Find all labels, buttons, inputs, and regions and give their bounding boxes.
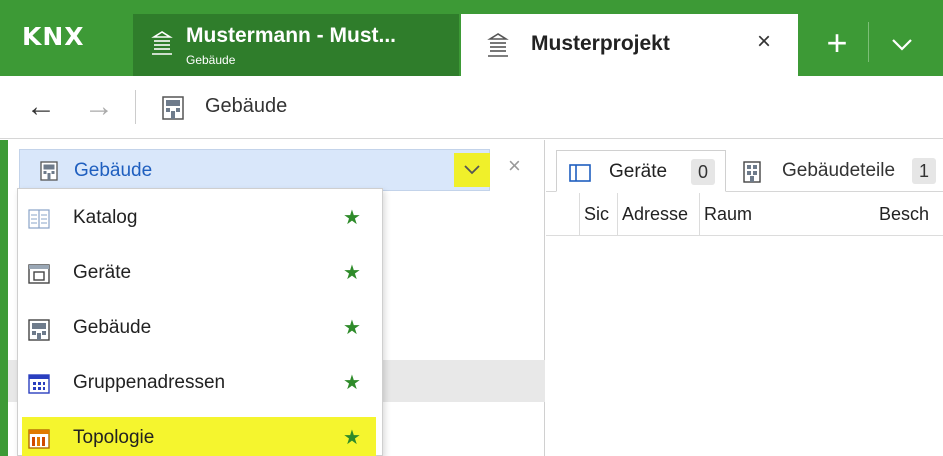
menu-item-topologie[interactable]: Topologie ★ bbox=[22, 417, 376, 456]
titlebar-divider bbox=[868, 22, 869, 62]
tab-musterprojekt[interactable]: Musterprojekt × bbox=[461, 14, 798, 76]
building-icon bbox=[28, 319, 50, 346]
panel-layout-icon bbox=[569, 164, 591, 187]
tab-project-mustermann[interactable]: Mustermann - Must... Gebäude bbox=[133, 14, 459, 76]
menu-item-label: Topologie bbox=[73, 427, 155, 448]
tab-project-subtitle: Gebäude bbox=[186, 53, 236, 67]
forward-button[interactable]: → bbox=[84, 90, 114, 124]
building-icon bbox=[40, 161, 58, 186]
menu-item-katalog[interactable]: Katalog ★ bbox=[18, 197, 384, 239]
chevron-down-icon bbox=[454, 165, 490, 191]
group-addresses-icon bbox=[28, 374, 50, 399]
menu-item-gruppenadressen[interactable]: Gruppenadressen ★ bbox=[18, 362, 384, 404]
tab-musterprojekt-title: Musterprojekt bbox=[531, 32, 670, 55]
menu-item-geraete[interactable]: Geräte ★ bbox=[18, 252, 384, 294]
menu-item-gebaeude[interactable]: Gebäude ★ bbox=[18, 307, 384, 349]
favorite-star-icon[interactable]: ★ bbox=[343, 315, 361, 340]
new-tab-button[interactable]: + bbox=[811, 14, 863, 76]
nav-divider bbox=[135, 90, 136, 124]
building-parts-icon bbox=[742, 161, 762, 188]
column-header-raum[interactable]: Raum bbox=[699, 193, 875, 236]
back-button[interactable]: ← bbox=[26, 90, 56, 124]
right-panel: Geräte 0 Gebäudeteile 1 Sic Adresse Raum… bbox=[546, 140, 943, 456]
panel-selector[interactable]: Gebäude bbox=[19, 149, 490, 191]
favorite-star-icon[interactable]: ★ bbox=[343, 370, 361, 395]
panel-selector-menu: Katalog ★ Geräte ★ Gebäude ★ Gruppenadre… bbox=[17, 188, 383, 456]
favorite-star-icon[interactable]: ★ bbox=[343, 205, 361, 230]
devices-icon bbox=[28, 264, 50, 289]
close-panel-button[interactable]: × bbox=[508, 153, 521, 179]
count-badge: 0 bbox=[691, 159, 715, 185]
building-icon bbox=[162, 96, 184, 125]
count-badge: 1 bbox=[912, 158, 936, 184]
menu-item-label: Gruppenadressen bbox=[73, 372, 226, 393]
building-outline-icon bbox=[151, 30, 173, 61]
close-tab-button[interactable]: × bbox=[757, 28, 771, 56]
knx-logo: KNX bbox=[22, 22, 85, 51]
column-header-beschreibung[interactable]: Besch bbox=[875, 193, 943, 236]
building-outline-icon bbox=[487, 32, 509, 63]
favorite-star-icon[interactable]: ★ bbox=[343, 425, 361, 450]
table-header: Sic Adresse Raum Besch bbox=[546, 193, 943, 236]
tab-geraete[interactable]: Geräte 0 bbox=[556, 150, 726, 192]
menu-item-label: Katalog bbox=[73, 207, 138, 228]
column-header-sicherheit[interactable]: Sic bbox=[579, 193, 617, 236]
tab-project-title: Mustermann - Must... bbox=[186, 24, 397, 47]
breadcrumb-location[interactable]: Gebäude bbox=[205, 95, 287, 118]
topology-icon bbox=[28, 429, 50, 454]
tab-label: Gebäudeteile bbox=[782, 160, 896, 181]
tab-label: Geräte bbox=[609, 161, 668, 182]
favorite-star-icon[interactable]: ★ bbox=[343, 260, 361, 285]
menu-item-label: Gebäude bbox=[73, 317, 152, 338]
right-tab-bar: Geräte 0 Gebäudeteile 1 bbox=[546, 140, 943, 192]
panel-selector-dropdown-button[interactable] bbox=[454, 153, 490, 187]
title-bar: KNX Mustermann - Must... Gebäude Musterp… bbox=[0, 0, 943, 76]
column-header-adresse[interactable]: Adresse bbox=[617, 193, 699, 236]
menu-item-label: Geräte bbox=[73, 262, 132, 283]
tab-menu-button[interactable] bbox=[876, 14, 928, 76]
navigation-bar: ← → Gebäude bbox=[0, 76, 943, 139]
panel-selector-label: Gebäude bbox=[74, 160, 153, 181]
tab-gebaeudeteile[interactable]: Gebäudeteile 1 bbox=[732, 150, 943, 192]
catalog-icon bbox=[28, 209, 50, 234]
